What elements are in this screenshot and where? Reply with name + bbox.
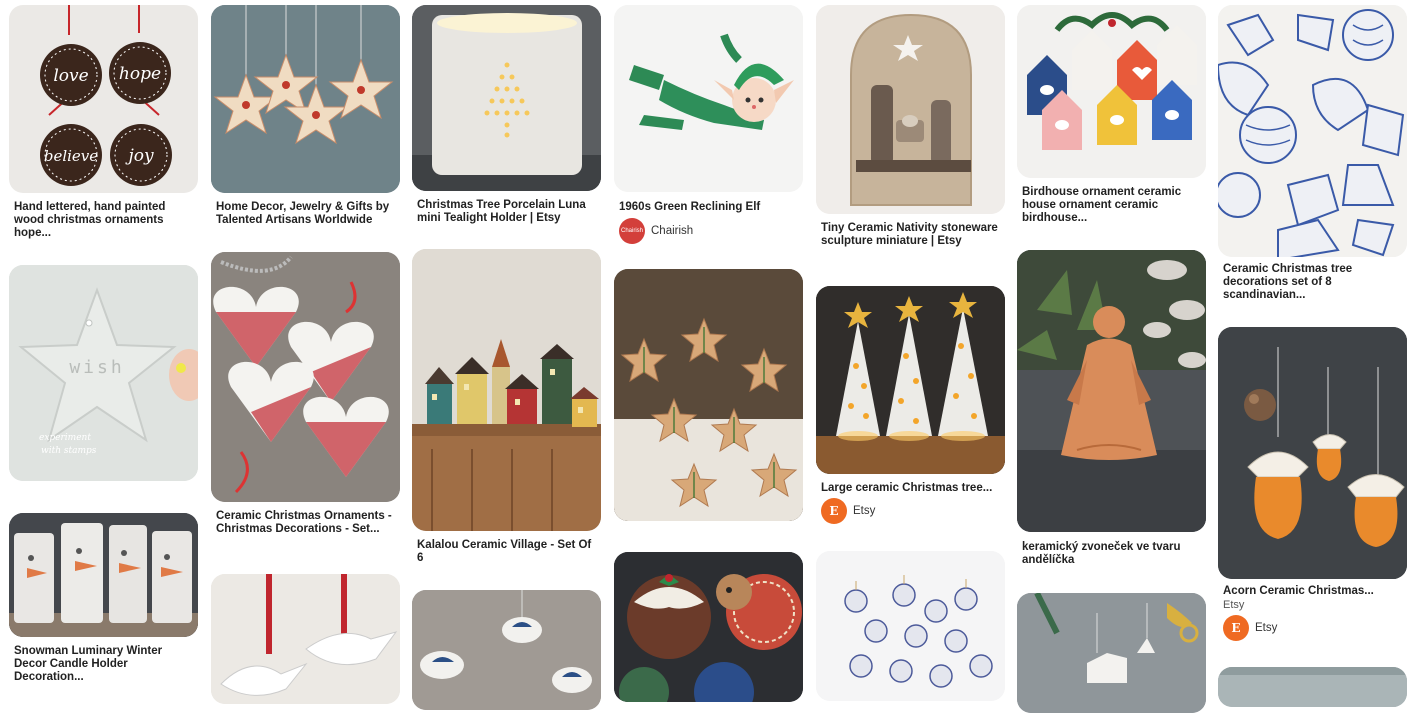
pin-image[interactable]: [211, 252, 400, 502]
pin-card[interactable]: Large ceramic Christmas tree... E Etsy: [816, 286, 1005, 531]
pin-image[interactable]: [816, 551, 1005, 701]
source-name[interactable]: Etsy: [1255, 622, 1277, 634]
pin-title[interactable]: 1960s Green Reclining Elf: [619, 201, 801, 214]
pin-title[interactable]: Ceramic Christmas tree decorations set o…: [1223, 263, 1405, 302]
pin-image[interactable]: [412, 5, 601, 191]
pin-image[interactable]: [614, 269, 803, 521]
svg-text:hope: hope: [119, 64, 161, 84]
pin-title[interactable]: Birdhouse ornament ceramic house ornamen…: [1022, 186, 1204, 225]
pin-title[interactable]: Home Decor, Jewelry & Gifts by Talented …: [216, 201, 398, 227]
pin-image[interactable]: [614, 552, 803, 702]
pin-image[interactable]: [1218, 327, 1407, 579]
pin-card[interactable]: Birdhouse ornament ceramic house ornamen…: [1017, 5, 1206, 235]
source-avatar[interactable]: E: [821, 498, 847, 524]
pin-title[interactable]: Large ceramic Christmas tree...: [821, 482, 1003, 495]
svg-text:with stamps: with stamps: [41, 446, 97, 456]
svg-text:joy: joy: [124, 146, 154, 166]
source-name[interactable]: Chairish: [651, 225, 693, 237]
source-avatar[interactable]: E: [1223, 615, 1249, 641]
pin-image[interactable]: [1017, 5, 1206, 178]
source-avatar[interactable]: Chairish: [619, 218, 645, 244]
pin-title[interactable]: Hand lettered, hand painted wood christm…: [14, 201, 196, 240]
pin-image[interactable]: [1017, 250, 1206, 532]
pin-title[interactable]: Kalalou Ceramic Village - Set Of 6: [417, 539, 599, 565]
pin-card[interactable]: [1218, 667, 1407, 707]
pin-title[interactable]: Ceramic Christmas Ornaments - Christmas …: [216, 510, 398, 536]
pin-card[interactable]: [1017, 593, 1206, 713]
svg-text:experiment: experiment: [39, 433, 91, 443]
pin-title[interactable]: Snowman Luminary Winter Decor Candle Hol…: [14, 645, 196, 684]
pin-source[interactable]: E Etsy: [821, 498, 875, 524]
pin-title[interactable]: Acorn Ceramic Christmas...: [1223, 585, 1405, 598]
pin-card[interactable]: [614, 552, 803, 702]
pin-card[interactable]: [412, 590, 601, 710]
pin-image[interactable]: [816, 5, 1005, 214]
svg-text:love: love: [53, 66, 88, 86]
pin-card[interactable]: Snowman Luminary Winter Decor Candle Hol…: [9, 513, 198, 689]
pin-image[interactable]: wish experiment with stamps: [9, 265, 198, 481]
pin-card[interactable]: [614, 269, 803, 521]
pin-card[interactable]: [816, 551, 1005, 701]
pin-image[interactable]: [412, 249, 601, 531]
pin-title[interactable]: Tiny Ceramic Nativity stoneware sculptur…: [821, 222, 1003, 248]
pin-title[interactable]: keramický zvoneček ve tvaru andělíčka: [1022, 541, 1204, 567]
pin-image[interactable]: love hope believe joy: [9, 5, 198, 193]
pin-card[interactable]: wish experiment with stamps: [9, 265, 198, 481]
svg-text:believe: believe: [44, 147, 98, 165]
pin-card[interactable]: Ceramic Christmas tree decorations set o…: [1218, 5, 1407, 315]
pin-card[interactable]: Acorn Ceramic Christmas... Etsy E Etsy: [1218, 327, 1407, 647]
pin-image[interactable]: [816, 286, 1005, 474]
pin-image[interactable]: [1218, 667, 1407, 707]
pin-card[interactable]: Kalalou Ceramic Village - Set Of 6: [412, 249, 601, 569]
pin-subtitle: Etsy: [1223, 599, 1245, 611]
pin-card[interactable]: Ceramic Christmas Ornaments - Christmas …: [211, 252, 400, 552]
pin-card[interactable]: love hope believe joy Hand lettered, han…: [9, 5, 198, 245]
pin-image[interactable]: [412, 590, 601, 710]
pin-image[interactable]: [1017, 593, 1206, 713]
pin-image[interactable]: [9, 513, 198, 637]
svg-text:wish: wish: [69, 357, 124, 378]
pin-image[interactable]: [211, 5, 400, 193]
pin-image[interactable]: [614, 5, 803, 192]
pin-card[interactable]: [211, 574, 400, 704]
pin-card[interactable]: Tiny Ceramic Nativity stoneware sculptur…: [816, 5, 1005, 265]
pin-card[interactable]: Home Decor, Jewelry & Gifts by Talented …: [211, 5, 400, 235]
source-name[interactable]: Etsy: [853, 505, 875, 517]
pin-card[interactable]: keramický zvoneček ve tvaru andělíčka: [1017, 250, 1206, 570]
pin-card[interactable]: Christmas Tree Porcelain Luna mini Teali…: [412, 5, 601, 235]
pin-card[interactable]: 1960s Green Reclining Elf Chairish Chair…: [614, 5, 803, 245]
pin-image[interactable]: [1218, 5, 1407, 257]
pin-source[interactable]: Chairish Chairish: [619, 218, 693, 244]
pin-title[interactable]: Christmas Tree Porcelain Luna mini Teali…: [417, 199, 599, 225]
pin-source[interactable]: E Etsy: [1223, 615, 1277, 641]
pin-image[interactable]: [211, 574, 400, 704]
